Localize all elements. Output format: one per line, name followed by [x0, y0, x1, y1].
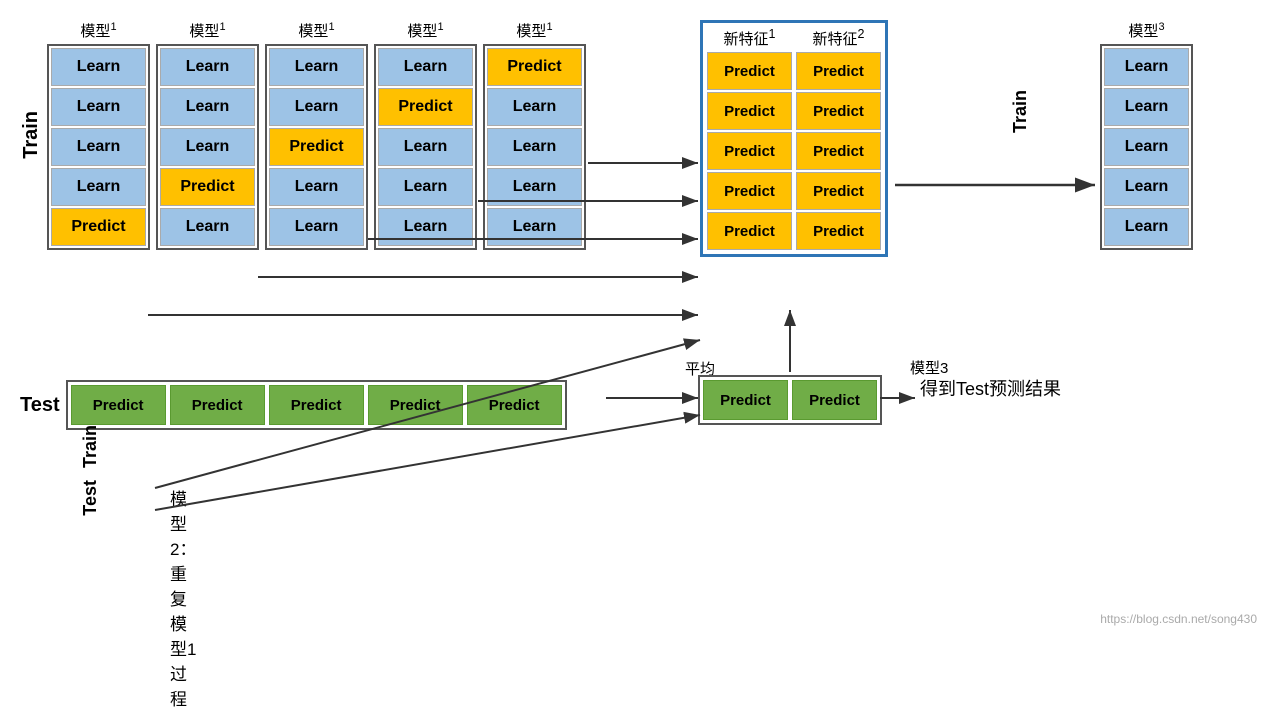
model-title-5: 模型1	[516, 20, 552, 41]
cell-col-1: LearnLearnLearnLearnPredict	[47, 44, 150, 250]
nf2-cell-2: Predict	[796, 92, 881, 130]
new-feature-col-1: PredictPredictPredictPredictPredict	[707, 52, 792, 250]
cell-5-1: Predict	[487, 48, 582, 86]
test-bottom-label: Test	[80, 480, 101, 516]
test-cell-2: Predict	[170, 385, 265, 425]
cell-col-4: LearnPredictLearnLearnLearn	[374, 44, 477, 250]
train-arrow-label: Train	[1010, 90, 1031, 133]
model3-learn-col: LearnLearnLearnLearnLearn	[1100, 44, 1193, 250]
test-cell-5: Predict	[467, 385, 562, 425]
new-feature2-title: 新特征2	[796, 27, 881, 49]
model-block-5: 模型1PredictLearnLearnLearnLearn	[483, 20, 586, 250]
nf1-cell-4: Predict	[707, 172, 792, 210]
cell-1-2: Learn	[51, 88, 146, 126]
result-main: 得到Test预测结果	[920, 375, 1061, 401]
cell-4-1: Learn	[378, 48, 473, 86]
cell-col-2: LearnLearnLearnPredictLearn	[156, 44, 259, 250]
test-new-features: PredictPredict	[698, 375, 882, 425]
model3-cell-1: Learn	[1104, 48, 1189, 86]
model-block-3: 模型1LearnLearnPredictLearnLearn	[265, 20, 368, 250]
nf1-cell-2: Predict	[707, 92, 792, 130]
model-block-1: 模型1LearnLearnLearnLearnPredict	[47, 20, 150, 250]
cell-2-5: Learn	[160, 208, 255, 246]
new-features-cols: PredictPredictPredictPredictPredict Pred…	[707, 52, 881, 250]
model-title-3: 模型1	[298, 20, 334, 41]
cell-3-4: Learn	[269, 168, 364, 206]
cell-1-5: Predict	[51, 208, 146, 246]
nf2-cell-1: Predict	[796, 52, 881, 90]
model3-title: 模型3	[1128, 20, 1164, 41]
cell-3-5: Learn	[269, 208, 364, 246]
cell-col-5: PredictLearnLearnLearnLearn	[483, 44, 586, 250]
nf1-cell-3: Predict	[707, 132, 792, 170]
train-section: Train 模型1LearnLearnLearnLearnPredict模型1L…	[20, 20, 586, 250]
cell-4-4: Learn	[378, 168, 473, 206]
cell-5-5: Learn	[487, 208, 582, 246]
nf1-cell-1: Predict	[707, 52, 792, 90]
new-features-titles: 新特征1 新特征2	[707, 27, 881, 49]
model-title-2: 模型1	[189, 20, 225, 41]
test-cells-row: PredictPredictPredictPredictPredict	[66, 380, 567, 430]
test-cell-3: Predict	[269, 385, 364, 425]
cell-3-3: Predict	[269, 128, 364, 166]
cell-5-3: Learn	[487, 128, 582, 166]
cell-2-2: Learn	[160, 88, 255, 126]
watermark: https://blog.csdn.net/song430	[1100, 612, 1257, 626]
cell-1-1: Learn	[51, 48, 146, 86]
cell-1-4: Learn	[51, 168, 146, 206]
train-arrow-area: Train	[1010, 90, 1031, 133]
model3-cell-5: Learn	[1104, 208, 1189, 246]
test-nf-cell-2: Predict	[792, 380, 877, 420]
model-title-4: 模型1	[407, 20, 443, 41]
cell-2-1: Learn	[160, 48, 255, 86]
model3-train: 模型3 LearnLearnLearnLearnLearn	[1100, 20, 1193, 250]
train-bottom-label: Train	[80, 425, 101, 468]
cell-3-1: Learn	[269, 48, 364, 86]
cell-4-2: Predict	[378, 88, 473, 126]
model3-cell-4: Learn	[1104, 168, 1189, 206]
cell-2-3: Learn	[160, 128, 255, 166]
test-label: Test	[20, 394, 60, 417]
model3-col: 模型3 LearnLearnLearnLearnLearn	[1100, 20, 1193, 250]
models-row: 模型1LearnLearnLearnLearnPredict模型1LearnLe…	[47, 20, 586, 250]
train-label: Train	[20, 111, 43, 159]
cell-4-5: Learn	[378, 208, 473, 246]
nf2-cell-5: Predict	[796, 212, 881, 250]
cell-col-3: LearnLearnPredictLearnLearn	[265, 44, 368, 250]
nf2-cell-3: Predict	[796, 132, 881, 170]
result-text: 得到Test预测结果	[920, 375, 1061, 401]
cell-5-4: Learn	[487, 168, 582, 206]
test-cell-1: Predict	[71, 385, 166, 425]
model3-cell-3: Learn	[1104, 128, 1189, 166]
test-section: Test PredictPredictPredictPredictPredict	[20, 380, 567, 430]
test-nf-cell-1: Predict	[703, 380, 788, 420]
test-cell-4: Predict	[368, 385, 463, 425]
model3-cell-2: Learn	[1104, 88, 1189, 126]
cell-3-2: Learn	[269, 88, 364, 126]
model-block-4: 模型1LearnPredictLearnLearnLearn	[374, 20, 477, 250]
new-features-box: 新特征1 新特征2 PredictPredictPredictPredictPr…	[700, 20, 888, 257]
new-feature-col-2: PredictPredictPredictPredictPredict	[796, 52, 881, 250]
model-block-2: 模型1LearnLearnLearnPredictLearn	[156, 20, 259, 250]
cell-5-2: Learn	[487, 88, 582, 126]
bottom-note: 模型2：重复模型1过程	[170, 485, 196, 710]
nf1-cell-5: Predict	[707, 212, 792, 250]
nf2-cell-4: Predict	[796, 172, 881, 210]
new-feature1-title: 新特征1	[707, 27, 792, 49]
model-title-1: 模型1	[80, 20, 116, 41]
cell-2-4: Predict	[160, 168, 255, 206]
cell-1-3: Learn	[51, 128, 146, 166]
cell-4-3: Learn	[378, 128, 473, 166]
